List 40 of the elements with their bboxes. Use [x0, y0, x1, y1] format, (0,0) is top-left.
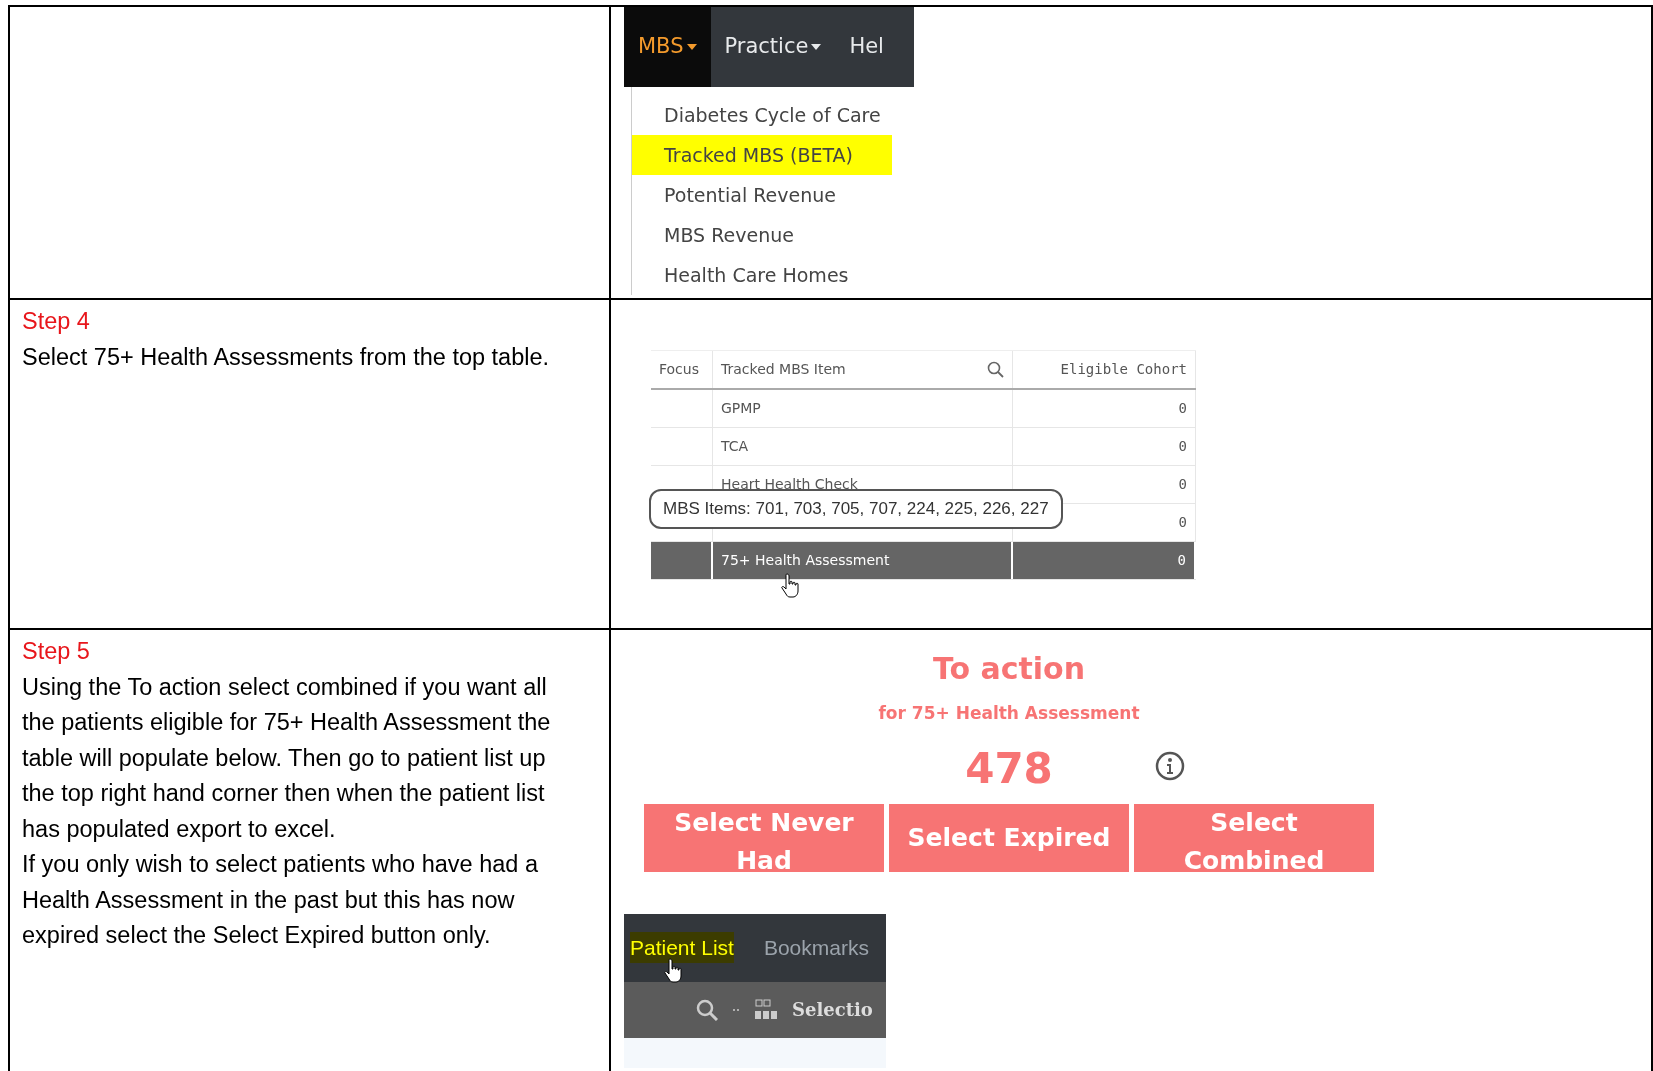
caret-icon [811, 44, 822, 50]
table-row[interactable]: TCA 0 [651, 428, 1196, 466]
nav-tab[interactable]: Practice [710, 7, 836, 87]
caret-icon [686, 44, 697, 50]
panel-subtitle: for 75+ Health Assessment [878, 702, 1140, 725]
instruction-text: Select 75+ Health Assessments from the top table. [22, 342, 551, 372]
table-cell: 0 [1013, 428, 1196, 465]
instruction-text: Using the To action select combined if you want all the patients eligible for 75+ Health Assessment the table will populate below. Then go to patient list up the top right hand corner then when the patient list has populated export to excel. [22, 672, 552, 844]
column-header[interactable]: Focus [651, 351, 713, 388]
info-icon[interactable] [1155, 750, 1186, 781]
table-row[interactable]: 75+ Health Assessment 0 [651, 542, 1196, 580]
column-header[interactable]: Eligible Cohort [1013, 351, 1196, 388]
instruction-text: If you only wish to select patients who have had a Health Assessment in the past but this has now expired select the Select Expired button only. [22, 850, 539, 950]
search-icon[interactable] [696, 998, 718, 1021]
panel-title: To action [932, 650, 1086, 688]
menu-item[interactable]: Potential Revenue [632, 175, 892, 215]
hand-cursor-icon [664, 957, 684, 984]
menu-item[interactable]: Health Care Homes [632, 255, 892, 295]
table-cell: TCA [713, 428, 1013, 465]
menu-item[interactable]: Tracked MBS (BETA) [632, 135, 892, 175]
count-value: 478 [965, 742, 1053, 795]
table-cell: 0 [1013, 542, 1196, 579]
step-heading: Step 4 [22, 307, 91, 336]
step-heading: Step 5 [22, 637, 91, 666]
toolbar-tab[interactable]: Bookmarks [763, 931, 869, 964]
table-row[interactable]: GPMP 0 [651, 390, 1196, 428]
table-cell: 0 [1013, 390, 1196, 427]
nav-tab[interactable]: MBS [624, 7, 711, 87]
search-icon[interactable] [987, 361, 1004, 378]
nav-tab[interactable]: Hel [835, 7, 898, 87]
hand-cursor-icon [781, 573, 801, 599]
dots-icon [732, 1007, 740, 1012]
menu-item[interactable]: MBS Revenue [632, 215, 892, 255]
tooltip: MBS Items: 701, 703, 705, 707, 224, 225, 226, 227 [649, 489, 1063, 529]
grid-icon[interactable] [754, 998, 778, 1021]
toolbar-label[interactable]: Selectio [792, 996, 873, 1023]
menu-item[interactable]: Diabetes Cycle of Care [632, 95, 892, 135]
toolbar-tab[interactable]: Patient List [630, 931, 734, 964]
column-header[interactable]: Tracked MBS Item [721, 359, 846, 380]
table-cell: GPMP [713, 390, 1013, 427]
